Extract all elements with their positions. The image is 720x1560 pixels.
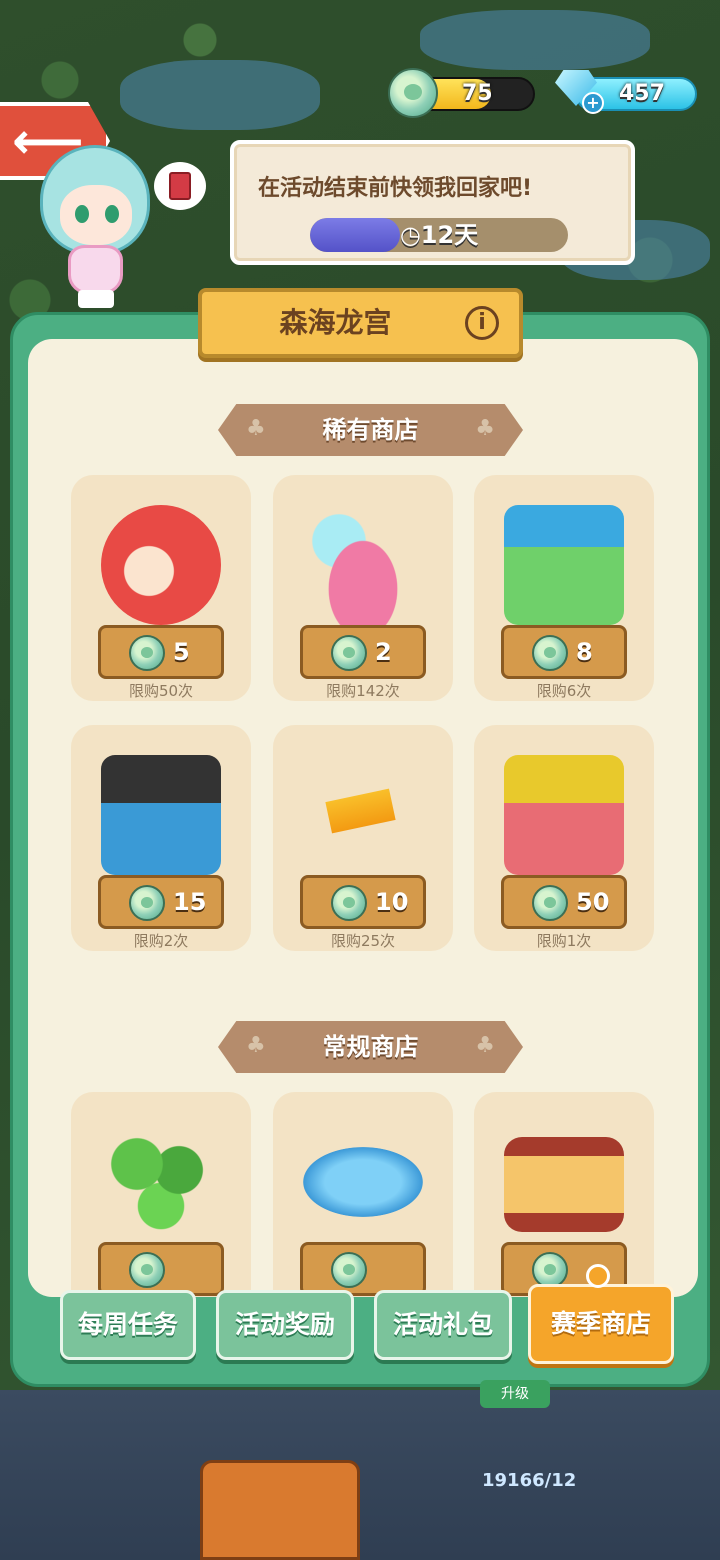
price-value: 8 [576,638,593,666]
tab-label: 活动礼包 [392,1310,493,1339]
tab-label: 赛季商店 [550,1309,651,1338]
timer-days: 12天 [420,221,479,249]
purchase-limit: 限购142次 [326,682,400,700]
toaster-icon [504,1137,624,1232]
tab-season-shop[interactable]: 赛季商店 [528,1284,674,1364]
price-value: 5 [173,638,190,666]
tab-weekly-tasks[interactable]: 每周任务 [60,1290,196,1360]
plant-icon [101,1122,221,1242]
event-title-plate: 森海龙宫 i [198,288,523,358]
leaf-currency-icon [388,68,438,118]
leaf-currency-icon [532,1252,568,1288]
tab-label: 每周任务 [77,1310,178,1339]
shop-item-card[interactable] [71,1092,251,1297]
town-background [0,1390,720,1560]
speech-text: 在活动结束前快领我回家吧! [258,176,533,201]
tab-event-rewards[interactable]: 活动奖励 [216,1290,354,1360]
club-icon: ♣ [475,416,495,441]
event-timer-bar: ◷12天 [310,218,568,252]
page-title: 森海龙宫 [279,306,392,339]
clock-icon: ◷ [399,221,421,249]
leaf-currency-value: 75 [462,81,493,106]
ticket-icon [325,788,396,834]
leaf-currency-icon [532,635,568,671]
price-value: 50 [576,888,610,916]
leaf-currency-icon [129,1252,165,1288]
purchase-limit: 限购1次 [536,932,592,950]
club-icon: ♣ [475,1033,495,1058]
pond-decoration [420,10,650,70]
water-puddle-icon [303,1147,423,1217]
shop-item-card[interactable]: 8 限购6次 [474,475,654,701]
price-button[interactable] [98,1242,224,1296]
regular-shop-heading: ♣ 常规商店 ♣ [218,1021,523,1073]
tab-label: 活动奖励 [234,1310,335,1339]
shop-item-card[interactable]: 15 限购2次 [71,725,251,951]
shop-content: ♣ 稀有商店 ♣ 5 限购50次 2 限购142次 8 限购6次 15 限购2次… [28,339,698,1297]
price-value: 15 [173,888,207,916]
leaf-currency-icon [129,635,165,671]
gem-value: 457 [619,81,665,106]
shop-item-card[interactable]: 2 限购142次 [273,475,453,701]
purchase-limit: 限购2次 [133,932,189,950]
price-value: 2 [375,638,392,666]
price-button[interactable]: 2 [300,625,426,679]
leaf-currency-icon [331,885,367,921]
info-icon[interactable]: i [465,306,499,340]
purchase-limit: 限购25次 [330,932,396,950]
upgrade-sign: 升级 [480,1380,550,1408]
red-shrimp-icon [101,505,221,625]
add-gems-icon[interactable]: + [582,92,604,114]
price-button[interactable]: 8 [501,625,627,679]
price-button[interactable]: 10 [300,875,426,929]
shop-stall-decoration [200,1460,360,1560]
rare-shop-heading: ♣ 稀有商店 ♣ [218,404,523,456]
background-counter: 19166/12 [482,1470,577,1491]
blue-cat-box-icon [101,755,221,875]
pink-cat-box-icon [504,755,624,875]
shop-item-card[interactable]: 10 限购25次 [273,725,453,951]
shop-item-card[interactable] [474,1092,654,1297]
coral-icon [303,505,423,625]
shop-item-card[interactable]: 50 限购1次 [474,725,654,951]
pond-decoration [120,60,320,130]
price-button[interactable]: 5 [98,625,224,679]
book-icon [169,172,191,200]
price-value: 10 [375,888,409,916]
price-button[interactable]: 50 [501,875,627,929]
leaf-currency-icon [331,635,367,671]
shop-panel: ♣ 稀有商店 ♣ 5 限购50次 2 限购142次 8 限购6次 15 限购2次… [10,312,710,1387]
leaf-currency-icon [331,1252,367,1288]
price-button[interactable] [300,1242,426,1296]
leaf-currency-icon [532,885,568,921]
active-tab-indicator [586,1264,610,1288]
purchase-limit: 限购50次 [128,682,194,700]
event-timer-label: ◷12天 [310,218,568,252]
price-button[interactable]: 15 [98,875,224,929]
purchase-limit: 限购6次 [536,682,592,700]
story-book-button[interactable] [154,162,206,210]
shop-item-card[interactable]: 5 限购50次 [71,475,251,701]
leaf-currency-icon [129,885,165,921]
mystery-box-icon [504,505,624,625]
speech-bubble: 在活动结束前快领我回家吧! ◷12天 [230,140,635,265]
shop-item-card[interactable] [273,1092,453,1297]
dragon-girl-character [30,145,160,310]
tab-event-packs[interactable]: 活动礼包 [374,1290,512,1360]
